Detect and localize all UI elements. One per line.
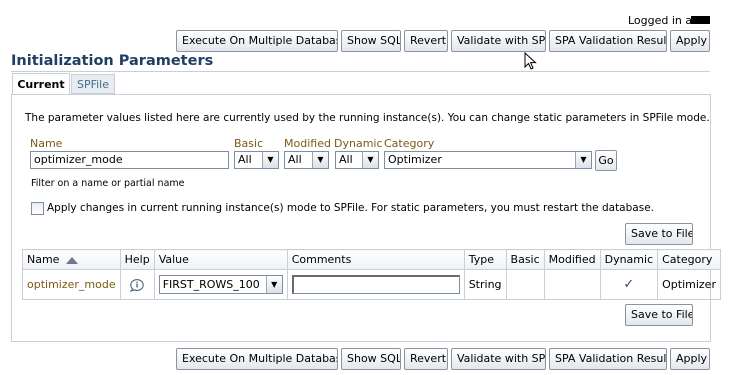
column-header-name[interactable]: Name [22, 249, 121, 270]
dynamic-checkmark-icon: ✓ [599, 269, 659, 300]
info-text: The parameter values listed here are cur… [25, 112, 710, 124]
validate-with-spa-button-bottom[interactable]: Validate with SPA [451, 348, 546, 370]
chevron-down-icon: ▼ [262, 152, 278, 168]
save-to-file-button-bottom[interactable]: Save to File [625, 304, 693, 326]
revert-button[interactable]: Revert [404, 30, 448, 52]
column-header-help: Help [119, 249, 155, 270]
info-help-icon[interactable] [129, 278, 145, 292]
execute-multiple-databases-button[interactable]: Execute On Multiple Databases [176, 30, 338, 52]
modified-filter-label: Modified [284, 137, 331, 150]
category-filter-value: Optimizer [388, 153, 442, 166]
name-filter-hint: Filter on a name or partial name [31, 178, 185, 189]
name-filter-label: Name [30, 137, 63, 150]
help-cell [119, 269, 155, 300]
apply-to-spfile-label: Apply changes in current running instanc… [47, 202, 654, 214]
dynamic-filter-label: Dynamic [334, 137, 383, 150]
basic-filter-select[interactable]: All ▼ [234, 151, 279, 169]
chevron-down-icon: ▼ [265, 276, 282, 293]
logged-in-label: Logged in as [628, 14, 698, 27]
validate-with-spa-button[interactable]: Validate with SPA [451, 30, 546, 52]
user-name-redacted [691, 16, 710, 24]
category-cell: Optimizer [657, 269, 721, 300]
category-filter-label: Category [384, 137, 435, 150]
table-header-row: Name Help Value Comments Type Basic Modi… [22, 249, 721, 270]
basic-filter-label: Basic [234, 137, 264, 150]
column-header-label: Name [27, 253, 60, 266]
apply-to-spfile-checkbox[interactable] [31, 202, 44, 215]
chevron-down-icon: ▼ [575, 152, 591, 168]
page-title: Initialization Parameters [11, 53, 214, 69]
column-header-dynamic: Dynamic [599, 249, 659, 270]
dynamic-filter-select[interactable]: All ▼ [335, 151, 379, 169]
mouse-cursor-icon [524, 52, 537, 70]
save-to-file-button-top[interactable]: Save to File [625, 223, 693, 245]
execute-multiple-databases-button-bottom[interactable]: Execute On Multiple Databases [176, 348, 338, 370]
revert-button-bottom[interactable]: Revert [404, 348, 448, 370]
comments-input[interactable] [291, 275, 460, 294]
spa-validation-results-button-bottom[interactable]: SPA Validation Results [549, 348, 667, 370]
parameter-value: FIRST_ROWS_100 [162, 278, 260, 291]
dynamic-filter-value: All [339, 153, 353, 166]
sort-ascending-icon[interactable] [65, 256, 79, 265]
category-filter-select[interactable]: Optimizer ▼ [384, 151, 592, 169]
title-underline [11, 71, 710, 72]
modified-filter-select[interactable]: All ▼ [284, 151, 329, 169]
column-header-modified: Modified [543, 249, 601, 270]
tab-spfile[interactable]: SPFile [71, 74, 115, 94]
apply-button[interactable]: Apply [670, 30, 710, 52]
chevron-down-icon: ▼ [312, 152, 328, 168]
parameter-name-link[interactable]: optimizer_mode [22, 269, 121, 300]
column-header-value: Value [153, 249, 288, 270]
comments-cell [286, 269, 465, 300]
modified-filter-value: All [288, 153, 302, 166]
apply-button-bottom[interactable]: Apply [670, 348, 710, 370]
table-row: optimizer_mode FIRST_ROWS_100 ▼ String ✓… [22, 269, 721, 300]
name-filter-input[interactable]: optimizer_mode [30, 151, 229, 169]
column-header-type: Type [463, 249, 507, 270]
basic-filter-value: All [238, 153, 252, 166]
show-sql-button[interactable]: Show SQL [341, 30, 401, 52]
parameters-table: Name Help Value Comments Type Basic Modi… [22, 249, 721, 300]
basic-cell [505, 269, 545, 300]
modified-cell [543, 269, 601, 300]
go-button[interactable]: Go [595, 150, 617, 171]
column-header-category: Category [657, 249, 721, 270]
tab-current[interactable]: Current [12, 73, 70, 95]
spa-validation-results-button[interactable]: SPA Validation Results [549, 30, 667, 52]
show-sql-button-bottom[interactable]: Show SQL [341, 348, 401, 370]
type-cell: String [463, 269, 507, 300]
parameter-value-select[interactable]: FIRST_ROWS_100 ▼ [158, 275, 283, 294]
content-panel [11, 94, 711, 342]
value-cell: FIRST_ROWS_100 ▼ [153, 269, 288, 300]
column-header-basic: Basic [505, 249, 545, 270]
column-header-comments: Comments [286, 249, 465, 270]
chevron-down-icon: ▼ [362, 152, 378, 168]
